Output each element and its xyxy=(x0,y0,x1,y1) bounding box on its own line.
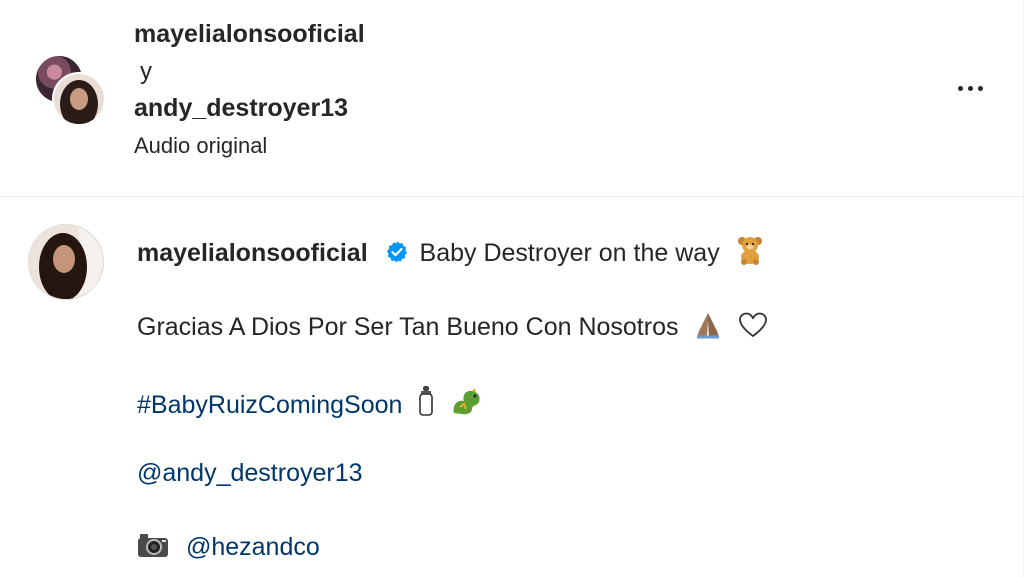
caption-line: Gracias A Dios Por Ser Tan Bueno Con Nos… xyxy=(137,311,768,342)
caption-section: mayelialonsooficial Baby Destroyer on th… xyxy=(0,197,1024,577)
mention-link[interactable]: @hezandco xyxy=(186,533,320,561)
caption-line: mayelialonsooficial Baby Destroyer on th… xyxy=(137,235,765,268)
collab-avatars[interactable] xyxy=(34,54,106,126)
mention-link[interactable]: @andy_destroyer13 xyxy=(137,459,363,487)
collaborator-username[interactable]: andy_destroyer13 xyxy=(134,94,348,123)
caption-username[interactable]: mayelialonsooficial xyxy=(137,239,368,267)
profile-photo-icon xyxy=(29,225,103,299)
avatar[interactable] xyxy=(28,224,104,300)
dragon-emoji-icon xyxy=(453,388,480,415)
more-icon-dot xyxy=(977,85,983,91)
post-header: mayelialonsooficial y andy_destroyer13 A… xyxy=(0,0,1024,197)
more-icon xyxy=(957,85,963,91)
more-options-button[interactable] xyxy=(948,76,992,100)
camera-emoji-icon xyxy=(138,534,168,557)
profile-photo-icon xyxy=(54,74,104,124)
white-heart-emoji-icon xyxy=(739,312,768,338)
caption-text: Baby Destroyer on the way xyxy=(419,239,720,267)
caption-text: Gracias A Dios Por Ser Tan Bueno Con Nos… xyxy=(137,313,679,341)
baby-bottle-emoji-icon xyxy=(419,386,434,416)
caption-line: @andy_destroyer13 xyxy=(137,459,363,488)
collaborator-username[interactable]: mayelialonsooficial xyxy=(134,20,365,49)
caption-line: #BabyRuizComingSoon xyxy=(137,385,484,420)
verified-badge-icon xyxy=(386,241,407,263)
more-icon-dot xyxy=(967,85,973,91)
caption-line: @hezandco xyxy=(137,532,320,562)
avatar[interactable] xyxy=(52,72,106,126)
folded-hands-emoji-icon xyxy=(697,313,720,339)
audio-link[interactable]: Audio original xyxy=(134,133,267,159)
hashtag-link[interactable]: #BabyRuizComingSoon xyxy=(137,391,402,419)
teddy-bear-emoji-icon xyxy=(737,237,762,265)
conjunction-text: y xyxy=(140,58,152,85)
